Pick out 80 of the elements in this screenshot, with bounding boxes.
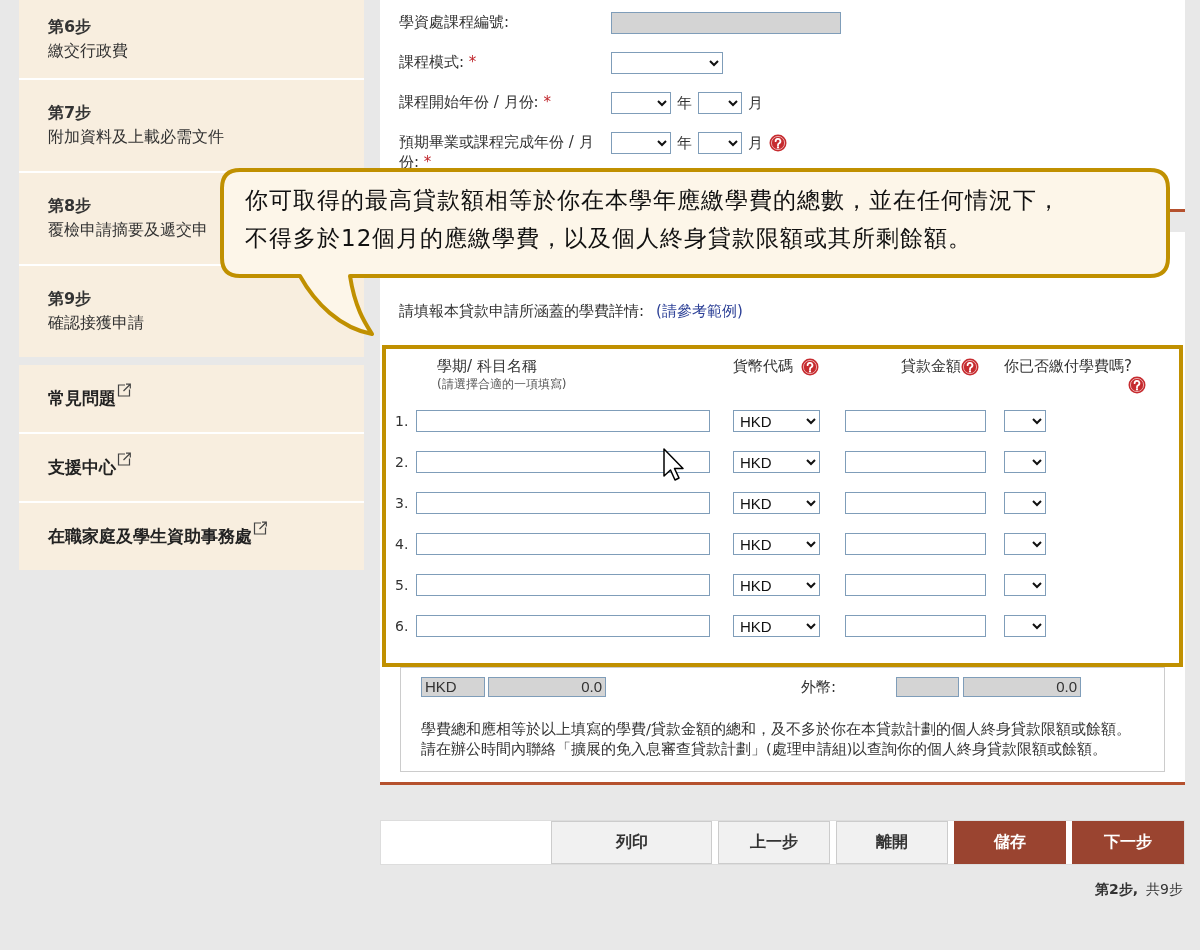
action-button[interactable]: 下一步 bbox=[1072, 821, 1184, 864]
row-number: 3. bbox=[395, 495, 410, 511]
step-number: 第8步 bbox=[48, 196, 92, 217]
amount-field[interactable] bbox=[845, 615, 986, 637]
currency-select[interactable]: HKD bbox=[733, 451, 820, 473]
paid-select[interactable] bbox=[1004, 410, 1046, 432]
step-title: 繳交行政費 bbox=[48, 40, 128, 62]
step-number: 第9步 bbox=[48, 289, 92, 310]
subject-field[interactable] bbox=[416, 574, 710, 596]
total-field: 0.0 bbox=[963, 677, 1082, 697]
external-link-icon bbox=[117, 452, 131, 466]
course-code-field[interactable] bbox=[611, 12, 841, 34]
currency-field: HKD bbox=[421, 677, 485, 697]
year-select[interactable] bbox=[611, 92, 671, 114]
subject-field[interactable] bbox=[416, 410, 710, 432]
subject-field[interactable] bbox=[416, 451, 710, 473]
field-label: 課程開始年份 / 月份: * bbox=[399, 92, 552, 112]
amount-field[interactable] bbox=[845, 574, 986, 596]
row-number: 2. bbox=[395, 454, 410, 470]
action-button[interactable]: 上一步 bbox=[718, 821, 830, 864]
step-number: 第7步 bbox=[48, 103, 92, 124]
column-header: 貨幣代碼 bbox=[733, 357, 793, 376]
total-steps: 共9步 bbox=[1146, 881, 1183, 899]
step-number: 第6步 bbox=[48, 16, 92, 38]
column-header: 學期/ 科目名稱 bbox=[437, 357, 537, 376]
step-title: 覆檢申請摘要及遞交申 bbox=[48, 220, 208, 241]
subject-field[interactable] bbox=[416, 533, 710, 555]
mouse-pointer-icon bbox=[662, 447, 686, 483]
row-number: 4. bbox=[395, 536, 410, 552]
paid-select[interactable] bbox=[1004, 533, 1046, 555]
month-select[interactable] bbox=[698, 132, 742, 154]
paid-select[interactable] bbox=[1004, 451, 1046, 473]
field-label: 學資處課程編號: bbox=[399, 12, 511, 32]
currency-select[interactable]: HKD bbox=[733, 533, 820, 555]
external-link-icon bbox=[117, 383, 131, 397]
sidebar-link[interactable]: 支援中心 bbox=[48, 456, 131, 479]
currency-select[interactable]: HKD bbox=[733, 410, 820, 432]
current-step: 第2步, bbox=[1095, 881, 1139, 899]
mode-select[interactable] bbox=[611, 52, 723, 74]
paid-select[interactable] bbox=[1004, 492, 1046, 514]
external-link-icon bbox=[253, 521, 267, 535]
step-title: 確認接獲申請 bbox=[48, 313, 144, 334]
amount-field[interactable] bbox=[845, 451, 986, 473]
callout-text: 不得多於12個月的應繳學費，以及個人終身貸款限額或其所剩餘額。 bbox=[245, 224, 973, 253]
currency-select[interactable]: HKD bbox=[733, 574, 820, 596]
callout-text: 你可取得的最高貸款額相等於你在本學年應繳學費的總數，並在任何情況下， bbox=[245, 186, 1061, 215]
year-select[interactable] bbox=[611, 132, 671, 154]
currency-field bbox=[896, 677, 960, 697]
amount-field[interactable] bbox=[845, 492, 986, 514]
paid-select[interactable] bbox=[1004, 574, 1046, 596]
amount-field[interactable] bbox=[845, 410, 986, 432]
row-number: 6. bbox=[395, 618, 410, 634]
action-button[interactable]: 離開 bbox=[836, 821, 948, 864]
subject-field[interactable] bbox=[416, 615, 710, 637]
amount-field[interactable] bbox=[845, 533, 986, 555]
instruction-text: 請填報本貸款申請所涵蓋的學費詳情: bbox=[399, 302, 645, 321]
note-text: 學費總和應相等於以上填寫的學費/貸款金額的總和，及不多於你在本貸款計劃的個人終身貸款限額或餘額。請在辦公時間內聯絡「擴展的免入息審查貸款計劃」(處理申請組)以查詢你的個人終身貸款限額或餘額。 bbox=[421, 720, 1132, 759]
row-number: 1. bbox=[395, 413, 410, 429]
unit-label: 年 bbox=[677, 133, 692, 153]
unit-label: 年 bbox=[677, 93, 692, 113]
sidebar-link[interactable]: 在職家庭及學生資助事務處 bbox=[48, 525, 267, 548]
action-button[interactable]: 列印 bbox=[551, 821, 712, 864]
column-note: (請選擇合適的一項填寫) bbox=[437, 376, 568, 393]
month-select[interactable] bbox=[698, 92, 742, 114]
step-title: 附加資料及上載必需文件 bbox=[48, 127, 224, 148]
field-label: 課程模式: * bbox=[399, 52, 478, 72]
unit-label: 月 bbox=[748, 133, 763, 153]
total-field: 0.0 bbox=[488, 677, 606, 697]
column-header: 你已否繳付學費嗎? bbox=[1004, 357, 1133, 376]
example-link[interactable]: (請參考範例) bbox=[656, 302, 743, 321]
row-number: 5. bbox=[395, 577, 410, 593]
sidebar-link[interactable]: 常見問題 bbox=[48, 387, 131, 410]
foreign-label: 外幣: bbox=[801, 677, 837, 697]
currency-select[interactable]: HKD bbox=[733, 492, 820, 514]
paid-select[interactable] bbox=[1004, 615, 1046, 637]
subject-field[interactable] bbox=[416, 492, 710, 514]
currency-select[interactable]: HKD bbox=[733, 615, 820, 637]
column-header: 貸款金額 bbox=[901, 357, 961, 376]
action-button[interactable]: 儲存 bbox=[954, 821, 1066, 864]
unit-label: 月 bbox=[748, 93, 763, 113]
